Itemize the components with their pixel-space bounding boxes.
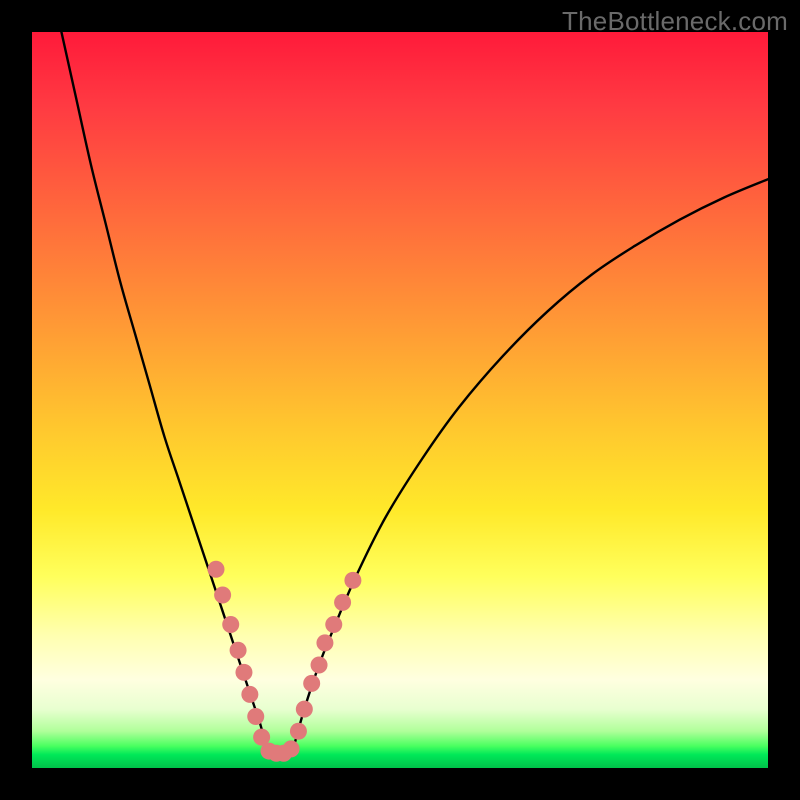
chart-frame: TheBottleneck.com: [0, 0, 800, 800]
chart-svg: [32, 32, 768, 768]
marker-dot: [290, 723, 307, 740]
marker-dot: [344, 572, 361, 589]
marker-dot: [283, 740, 300, 757]
marker-dot: [296, 701, 313, 718]
marker-dot: [334, 594, 351, 611]
marker-dot: [303, 675, 320, 692]
marker-dot: [222, 616, 239, 633]
marker-dot: [235, 664, 252, 681]
marker-dot: [241, 686, 258, 703]
marker-dot: [230, 642, 247, 659]
marker-dot: [247, 708, 264, 725]
highlighted-markers: [208, 561, 362, 762]
plot-area: [32, 32, 768, 768]
marker-dot: [311, 656, 328, 673]
marker-dot: [214, 587, 231, 604]
bottleneck-curve: [61, 32, 768, 753]
marker-dot: [316, 634, 333, 651]
marker-dot: [208, 561, 225, 578]
marker-dot: [325, 616, 342, 633]
watermark-text: TheBottleneck.com: [562, 6, 788, 37]
